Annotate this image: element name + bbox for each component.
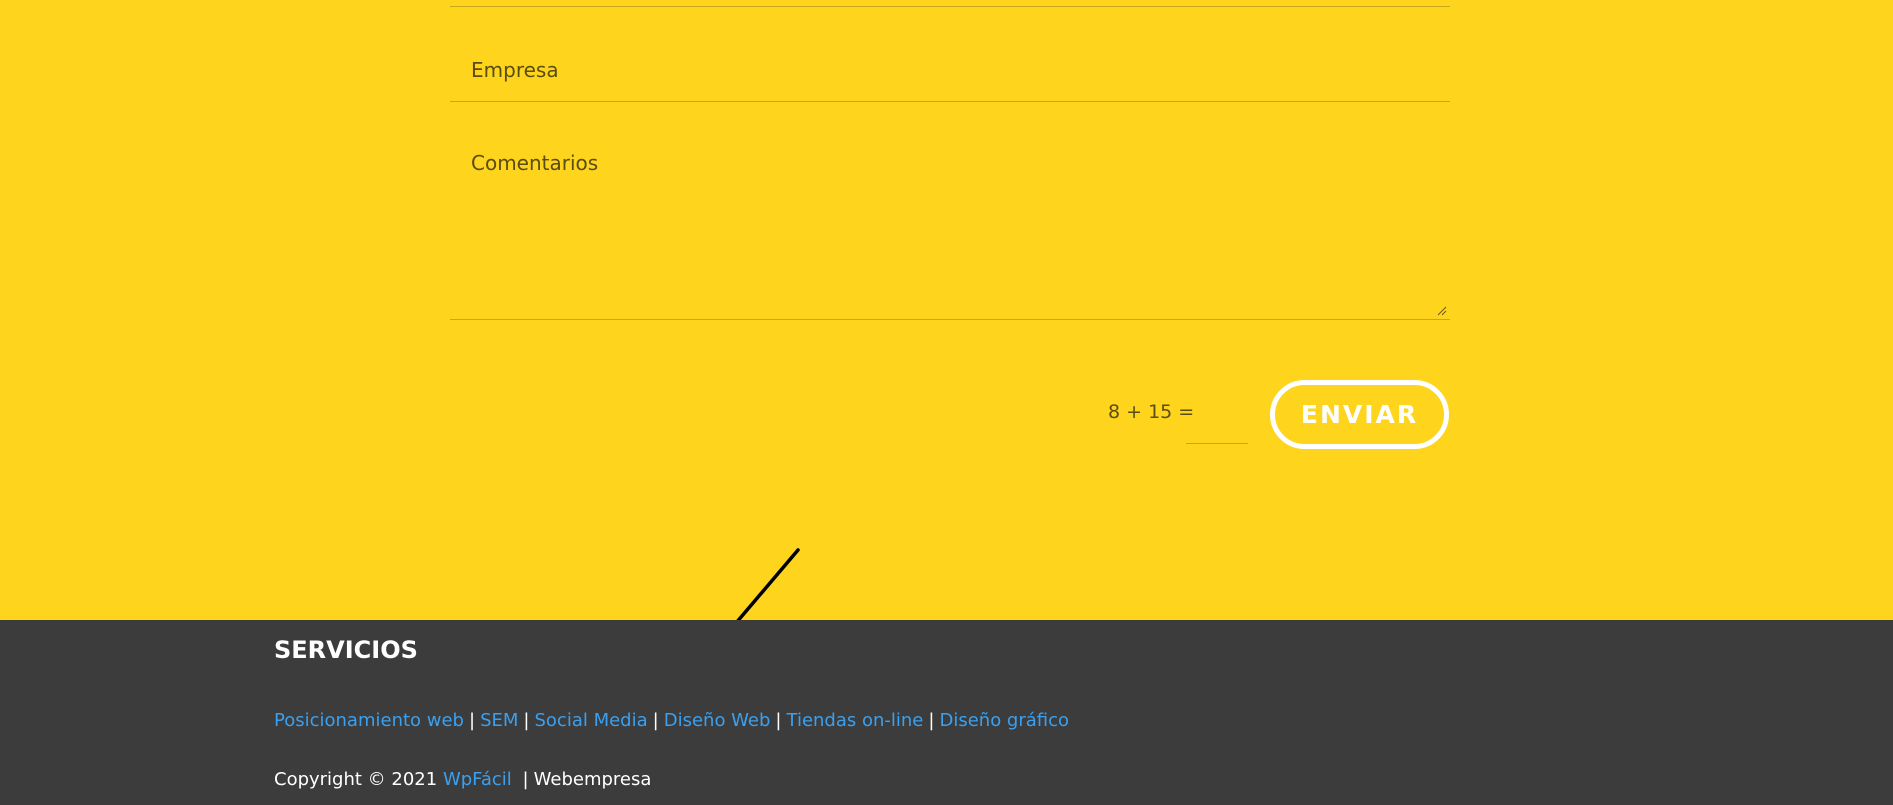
footer-title: SERVICIOS [274,636,418,664]
site-footer: SERVICIOS Posicionamiento web | SEM | Social… [0,620,1893,805]
link-wpfacil[interactable]: WpFácil [443,769,512,790]
separator: | [523,710,530,731]
link-diseno-web[interactable]: Diseño Web [664,710,771,731]
resize-grip-icon[interactable] [1437,306,1447,316]
copyright-suffix: Webempresa [533,769,652,790]
separator: | [775,710,782,731]
link-diseno-grafico[interactable]: Diseño gráfico [939,710,1069,731]
contact-section: Empresa Comentarios 8 + 15 = ENVIAR [0,0,1893,620]
separator: | [522,769,529,790]
link-tiendas-online[interactable]: Tiendas on-line [787,710,924,731]
contact-form: Empresa Comentarios 8 + 15 = ENVIAR [450,0,1450,460]
captcha-input[interactable] [1186,396,1248,444]
link-sem[interactable]: SEM [480,710,518,731]
link-posicionamiento-web[interactable]: Posicionamiento web [274,710,464,731]
empresa-field[interactable]: Empresa [450,7,1450,102]
copyright-prefix: Copyright © 2021 [274,769,438,790]
comentarios-placeholder: Comentarios [471,151,599,175]
captcha-label: 8 + 15 = [1108,401,1195,423]
link-social-media[interactable]: Social Media [534,710,647,731]
separator: | [652,710,659,731]
separator: | [468,710,476,731]
empresa-placeholder: Empresa [471,58,559,82]
copyright: Copyright © 2021 WpFácil | Webempresa [274,769,651,790]
services-links: Posicionamiento web | SEM | Social Media | Dis… [274,710,1069,731]
separator: | [928,710,935,731]
comentarios-textarea[interactable]: Comentarios [450,103,1450,320]
enviar-button[interactable]: ENVIAR [1270,380,1449,449]
